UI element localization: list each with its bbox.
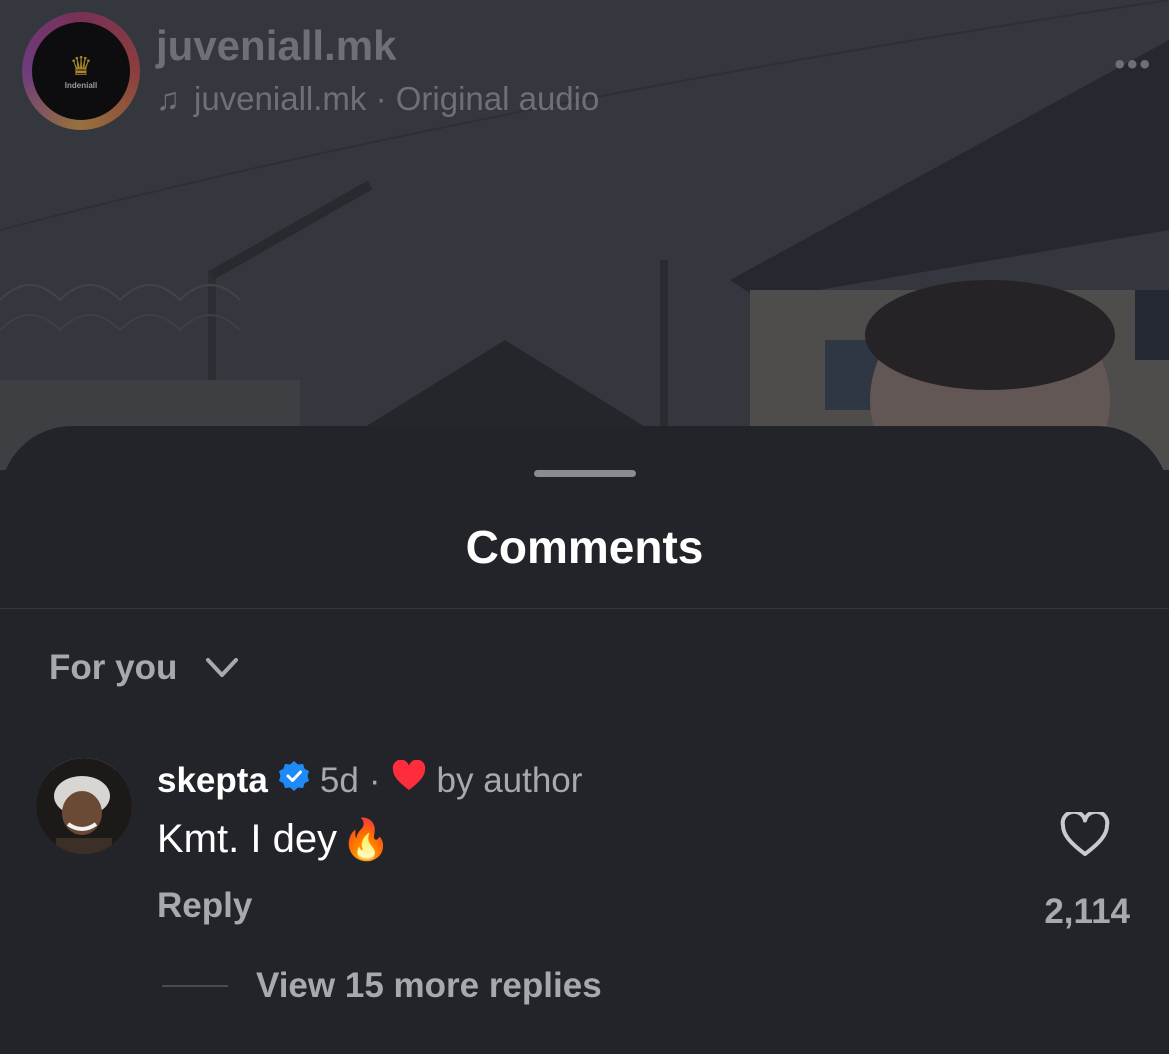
comment-header: skepta 5d · by author — [157, 759, 583, 801]
sheet-drag-handle[interactable] — [534, 470, 636, 477]
more-options-icon[interactable]: ••• — [1114, 48, 1152, 82]
heart-outline-icon — [1060, 809, 1110, 862]
sort-dropdown[interactable]: For you — [49, 648, 239, 688]
like-count: 2,114 — [1044, 892, 1130, 931]
reply-button[interactable]: Reply — [157, 886, 252, 926]
view-more-replies[interactable]: View 15 more replies — [162, 966, 602, 1006]
reel-audio-link[interactable]: ♫ juveniall.mk · Original audio — [156, 80, 599, 118]
liked-by-author-label: by author — [436, 760, 583, 800]
verified-badge-icon — [278, 760, 310, 801]
reel-author-avatar[interactable]: ♛ Indeniall — [32, 22, 130, 120]
comment-text: Kmt. I dey — [157, 817, 338, 861]
sheet-title: Comments — [465, 521, 704, 573]
fire-emoji-icon: 🔥 — [341, 818, 391, 862]
crown-icon: ♛ — [69, 50, 93, 81]
header-divider — [0, 608, 1169, 609]
like-button[interactable] — [1060, 809, 1110, 863]
replies-line — [162, 985, 228, 987]
view-more-replies-label: View 15 more replies — [256, 966, 602, 1005]
reel-audio-label: juveniall.mk · Original audio — [194, 80, 600, 117]
reel-video-background: ♛ Indeniall juveniall.mk ♫ juveniall.mk … — [0, 0, 1169, 470]
reel-author-username[interactable]: juveniall.mk — [156, 22, 396, 70]
commenter-username[interactable]: skepta — [157, 761, 268, 801]
comments-sheet: Comments For you skepta 5d · by author K… — [0, 426, 1169, 1054]
reel-header: ♛ Indeniall juveniall.mk ♫ juveniall.mk … — [22, 12, 1152, 130]
music-note-icon: ♫ — [156, 80, 180, 117]
chevron-down-icon — [205, 657, 239, 679]
avatar-logo-text: Indeniall — [64, 80, 98, 90]
comment-item: skepta 5d · by author Kmt. I dey 🔥 Reply — [36, 756, 1136, 1046]
author-heart-icon — [391, 759, 427, 801]
commenter-avatar[interactable] — [36, 758, 132, 854]
sort-label: For you — [49, 648, 178, 687]
comment-age: 5d — [319, 760, 359, 800]
comment-text-row: Kmt. I dey 🔥 — [157, 816, 391, 863]
meta-separator: · — [368, 760, 381, 800]
